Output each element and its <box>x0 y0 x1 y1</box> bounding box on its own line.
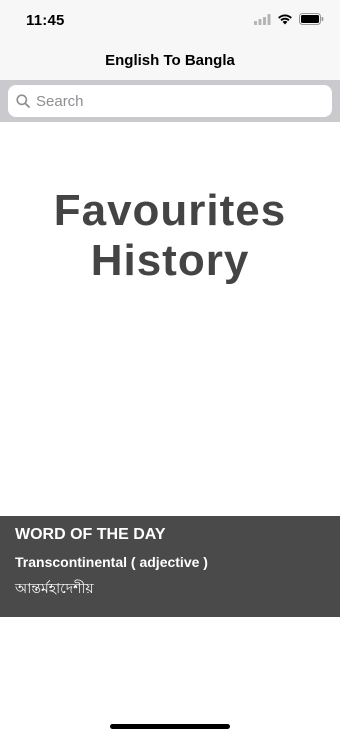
status-time: 11:45 <box>26 12 65 29</box>
battery-icon <box>299 12 324 30</box>
word-of-the-day-meaning: আন্তর্মহাদেশীয় <box>15 581 94 597</box>
search-field[interactable] <box>8 85 332 117</box>
favourites-link[interactable]: Favourites <box>0 186 340 236</box>
status-icons <box>254 12 324 30</box>
cellular-signal-icon <box>254 12 271 30</box>
navigation-bar: English To Bangla <box>0 44 340 80</box>
status-bar: 11:45 <box>0 0 340 44</box>
search-bar <box>0 80 340 122</box>
search-input[interactable] <box>36 92 316 110</box>
word-of-the-day-panel[interactable]: WORD OF THE DAY Transcontinental ( adjec… <box>0 516 340 617</box>
main-links: Favourites History <box>0 186 340 286</box>
search-icon <box>16 94 30 108</box>
word-of-the-day-heading: WORD OF THE DAY <box>15 526 166 543</box>
history-link[interactable]: History <box>0 236 340 286</box>
wifi-icon <box>277 12 293 30</box>
nav-title: English To Bangla <box>105 52 235 69</box>
home-indicator <box>110 724 230 729</box>
word-of-the-day-word: Transcontinental ( adjective ) <box>15 554 208 570</box>
